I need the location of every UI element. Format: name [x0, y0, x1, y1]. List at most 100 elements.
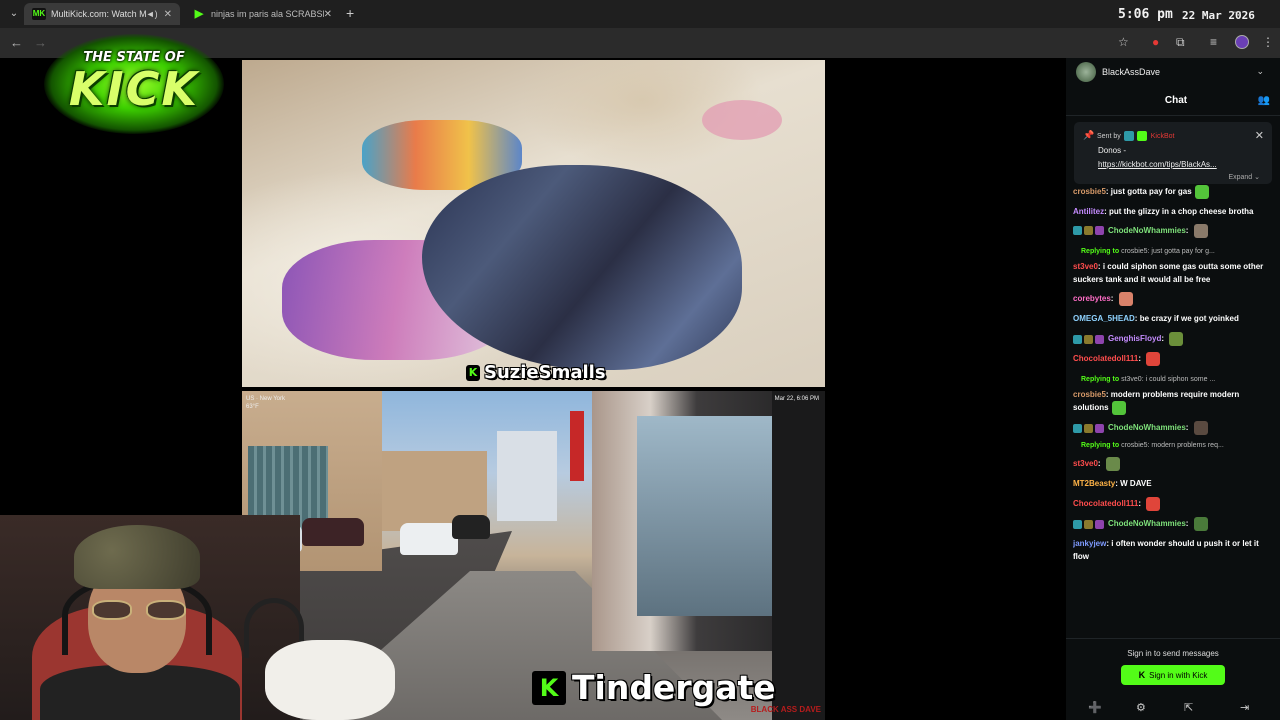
chat-username[interactable]: ChodeNoWhammies — [1108, 519, 1186, 528]
video-scene-car — [452, 515, 490, 539]
gift-badge-icon — [1084, 519, 1093, 529]
stream-player-top[interactable] — [242, 60, 825, 387]
add-user-icon[interactable]: ➕ — [1088, 701, 1102, 714]
video-scene-building — [497, 431, 557, 521]
users-icon[interactable]: 👥 — [1258, 95, 1270, 106]
chat-message: Chocolatedoll111: — [1073, 494, 1275, 514]
chat-message: Antilitez: put the glizzy in a chop chee… — [1073, 207, 1254, 216]
chat-username[interactable]: crosbie5 — [1073, 390, 1106, 399]
chat-message: crosbie5: just gotta pay for gas — [1073, 182, 1275, 202]
chat-message: GenghisFloyd: — [1073, 329, 1275, 349]
bookmark-star-icon[interactable]: ☆ — [1118, 35, 1129, 49]
subscriber-badge-icon — [1073, 423, 1082, 433]
chat-title: Chat — [1164, 95, 1188, 106]
kick-logo-icon: K — [532, 670, 566, 705]
chat-message: MT2Beasty: W DAVE — [1073, 479, 1152, 489]
reply-context[interactable]: Replying to st3ve0: i could siphon some … — [1073, 372, 1275, 388]
pinned-link[interactable]: https://kickbot.com/tips/BlackAs... — [1098, 160, 1248, 169]
subscriber-badge-icon — [1073, 519, 1082, 529]
signin-prompt: Sign in to send messages — [1127, 649, 1219, 658]
emote-icon — [1146, 352, 1161, 367]
back-arrow-icon[interactable]: ← — [10, 35, 23, 50]
chat-username[interactable]: st3ve0 — [1073, 262, 1098, 271]
video-scene-car — [400, 523, 458, 555]
chat-username[interactable]: Chocolatedoll111 — [1073, 354, 1138, 363]
reply-label: Replying to — [1081, 376, 1120, 384]
chat-username[interactable]: MT2Beasty — [1073, 479, 1115, 488]
gift-badge-icon — [1084, 226, 1093, 236]
profile-avatar[interactable] — [1235, 35, 1249, 49]
tab-audio-icon[interactable]: ◄) — [146, 9, 158, 19]
reply-target: crosbie5: modern problems req... — [1121, 442, 1224, 450]
chat-message: ChodeNoWhammies: — [1073, 514, 1275, 534]
chat-username[interactable]: ChodeNoWhammies — [1108, 423, 1186, 432]
pin-icon: 📌 — [1083, 130, 1095, 140]
chat-username[interactable]: st3ve0 — [1073, 459, 1098, 468]
kick-play-favicon-icon: ▶ — [194, 8, 204, 20]
close-icon[interactable]: ✕ — [1255, 129, 1264, 142]
bot-badge-icon — [1123, 131, 1134, 141]
popout-icon[interactable]: ⇱ — [1184, 701, 1193, 714]
stream-osd-time: Mar 22, 6:06 PM — [774, 396, 819, 402]
chat-username[interactable]: GenghisFloyd — [1108, 334, 1161, 343]
tab-multikick[interactable]: MK MultiKick.com: Watch Multi ◄) ✕ — [24, 3, 180, 25]
new-tab-plus-icon[interactable]: + — [346, 5, 354, 21]
expand-label: Expand — [1228, 174, 1253, 181]
streamer-name: Tindergate — [572, 668, 776, 707]
collapse-chat-icon[interactable]: ⇥ — [1240, 701, 1249, 714]
overlay-date: 22 Mar 2026 — [1182, 9, 1255, 22]
chat-username[interactable]: corebytes — [1073, 294, 1111, 303]
video-scene-car — [302, 518, 364, 546]
tab-ninjas[interactable]: ▶ ninjas im paris ala SCRABSNYC ✕ — [184, 3, 340, 25]
settings-gear-icon[interactable]: ⚙ — [1136, 701, 1146, 714]
extension-record-icon[interactable]: ● — [1152, 35, 1159, 49]
webcam-hat — [74, 525, 200, 589]
subscriber-badge-icon — [1073, 334, 1082, 344]
chat-username[interactable]: ChodeNoWhammies — [1108, 226, 1186, 235]
tab-close-icon[interactable]: ✕ — [324, 9, 332, 20]
channel-name: BlackAssDave — [1102, 67, 1161, 77]
webcam-shirt — [40, 665, 240, 720]
chat-username[interactable]: Antilitez — [1073, 207, 1104, 216]
state-of-kick-logo: THE STATE OF KICK — [26, 24, 242, 142]
signin-with-kick-button[interactable]: K Sign in with Kick — [1121, 665, 1225, 685]
video-scene-blanket — [702, 100, 782, 140]
window-minimize-icon[interactable]: — — [1230, 6, 1241, 18]
chat-channel-selector[interactable]: BlackAssDave ⌄ — [1066, 58, 1280, 86]
overlay-clock: 5:06 pm — [1118, 7, 1173, 22]
channel-avatar — [1076, 62, 1096, 82]
reply-context[interactable]: Replying to crosbie5: modern problems re… — [1073, 438, 1275, 454]
video-scene-building — [772, 391, 825, 720]
chat-username[interactable]: OMEGA_5HEAD — [1073, 314, 1135, 323]
bot-name: KickBot — [1150, 132, 1175, 140]
chat-message: Replying to crosbie5: modern problems re… — [1073, 438, 1275, 474]
extensions-puzzle-icon[interactable]: ⧉ — [1176, 35, 1185, 50]
emote-icon — [1193, 224, 1208, 238]
reply-label: Replying to — [1081, 442, 1120, 450]
chat-message: Replying to st3ve0: i could siphon some … — [1073, 369, 1275, 418]
chat-text: be crazy if we got yoinked — [1139, 314, 1239, 324]
chevron-down-icon[interactable]: ⌄ — [1256, 66, 1264, 77]
vip-badge-icon — [1095, 519, 1104, 529]
reply-context[interactable]: Replying to crosbie5: just gotta pay for… — [1073, 244, 1275, 260]
tab-search-icon[interactable]: ⌄ — [6, 6, 22, 22]
pinned-sent-by: Sent by KickBot — [1097, 131, 1174, 141]
expand-button[interactable]: Expand ⌄ — [1228, 173, 1260, 181]
user-badges — [1073, 514, 1106, 534]
chat-message: corebytes: — [1073, 289, 1275, 309]
chat-message: Replying to crosbie5: just gotta pay for… — [1073, 241, 1275, 289]
gift-badge-icon — [1084, 423, 1093, 433]
kick-logo-icon: K — [466, 364, 480, 381]
media-queue-icon[interactable]: ≡ — [1210, 35, 1217, 49]
user-badges — [1073, 221, 1106, 241]
browser-menu-icon[interactable]: ⋮ — [1262, 35, 1274, 49]
logo-title: KICK — [68, 62, 200, 116]
emote-icon — [1193, 517, 1208, 532]
chat-username[interactable]: Chocolatedoll111 — [1073, 499, 1138, 508]
tab-close-icon[interactable]: ✕ — [164, 9, 172, 20]
emote-icon — [1193, 421, 1208, 436]
chat-header: Chat 👥 — [1066, 86, 1280, 116]
emote-icon — [1146, 497, 1161, 512]
chat-username[interactable]: crosbie5 — [1073, 187, 1106, 196]
chat-username[interactable]: jankyjew — [1073, 539, 1106, 548]
